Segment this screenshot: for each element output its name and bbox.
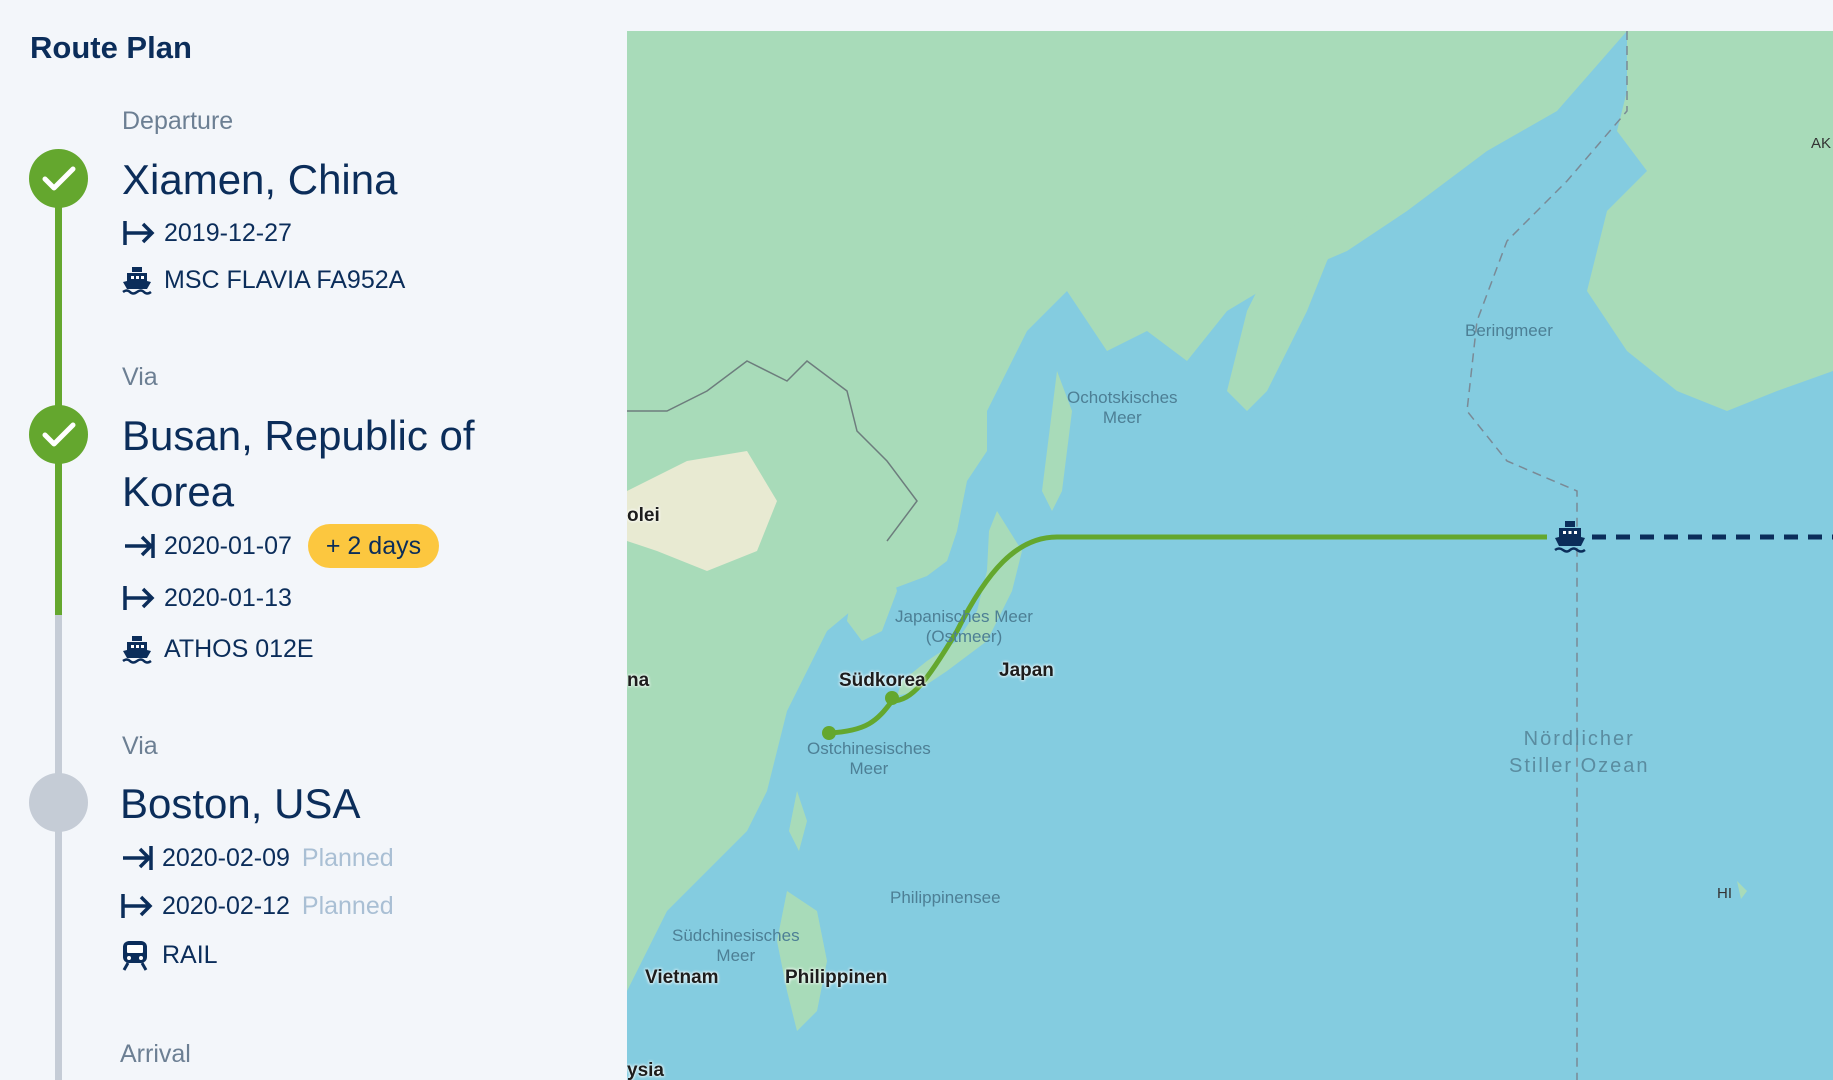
status-check-icon [29,149,88,208]
depart-arrow-icon [120,891,154,921]
map-label-malaysia: ysia [627,1060,664,1080]
hawaii [1737,881,1747,899]
stop-label: Via [122,363,158,391]
planned-status: Planned [301,891,394,920]
transport-row: MSC FLAVIA FA952A [122,265,405,295]
ship-icon [122,634,156,664]
transport-row: RAIL [120,940,218,971]
stop-place: Xiamen, China [122,156,398,203]
map-label-philippine-sea: Philippinensee [890,888,1001,907]
map-label-ochotsk-sea: Ochotskisches Meer [1067,388,1178,427]
port-marker-busan [885,691,899,705]
map-label-philippines: Philippinen [785,967,888,988]
transport-name: ATHOS 012E [164,634,314,663]
stop-label: Departure [122,107,234,135]
map-label-pacific: Nördlicher Stiller Ozean [1509,728,1650,777]
map-label-east-china-sea: Ostchinesisches Meer [807,739,931,778]
dateline-border [1466,31,1628,1080]
departure-date-row: 2020-02-12 Planned [120,891,394,921]
map-label-south-korea: Südkorea [839,670,926,691]
route-plan-panel: Route Plan Departure Xiamen, China 2019-… [0,0,627,1080]
depart-date: 2020-02-12 [162,891,290,920]
map-label-south-china-sea: Südchinesisches Meer [672,926,800,965]
alaska [1587,31,1833,411]
ship-icon [122,265,156,295]
depart-arrow-icon [122,218,156,248]
departure-date-row: 2020-01-13 [122,583,292,613]
timeline-line-done [55,175,62,615]
asia-landmass [627,31,1627,991]
map-label-japan-sea: Japanisches Meer (Ostmeer) [895,607,1033,646]
delay-badge: + 2 days [307,524,440,568]
transport-name: MSC FLAVIA FA952A [164,265,406,294]
arrive-arrow-icon [122,531,156,561]
depart-date: 2020-01-13 [164,583,292,612]
arrival-date-row: 2020-01-07 + 2 days [122,524,440,568]
map-label-china: na [627,670,650,691]
transport-name: RAIL [162,940,218,969]
stop-place: Busan, Republic of Korea [122,412,475,515]
page-title: Route Plan [30,30,192,65]
stop-place: Boston, USA [120,780,361,827]
arrive-date: 2020-02-09 [162,843,290,872]
stop-label: Arrival [120,1040,191,1068]
route-map[interactable]: Ochotskisches Meer Beringmeer Japanische… [627,31,1833,1080]
depart-arrow-icon [122,583,156,613]
arrival-date-row: 2020-02-09 Planned [120,843,394,873]
train-icon [120,940,154,971]
planned-status: Planned [301,843,394,872]
status-check-icon [29,405,88,464]
map-label-mongolia: olei [627,505,660,526]
map-canvas [627,31,1833,1080]
map-label-vietnam: Vietnam [645,967,719,988]
stop-label: Via [122,732,158,760]
port-marker-xiamen [822,726,836,740]
depart-date: 2019-12-27 [164,218,292,247]
taiwan [789,791,807,851]
arrive-date: 2020-01-07 [164,531,292,560]
map-label-japan: Japan [999,660,1054,681]
transport-row: ATHOS 012E [122,634,314,664]
status-pending-icon [29,773,88,832]
map-label-bering-sea: Beringmeer [1465,321,1553,340]
map-label-hawaii: HI [1717,885,1732,902]
timeline-line-pending [55,615,62,1080]
map-label-alaska: AK [1811,135,1832,152]
vessel-position-icon [1554,521,1586,553]
departure-date-row: 2019-12-27 [122,218,292,248]
arrive-arrow-icon [120,843,154,873]
